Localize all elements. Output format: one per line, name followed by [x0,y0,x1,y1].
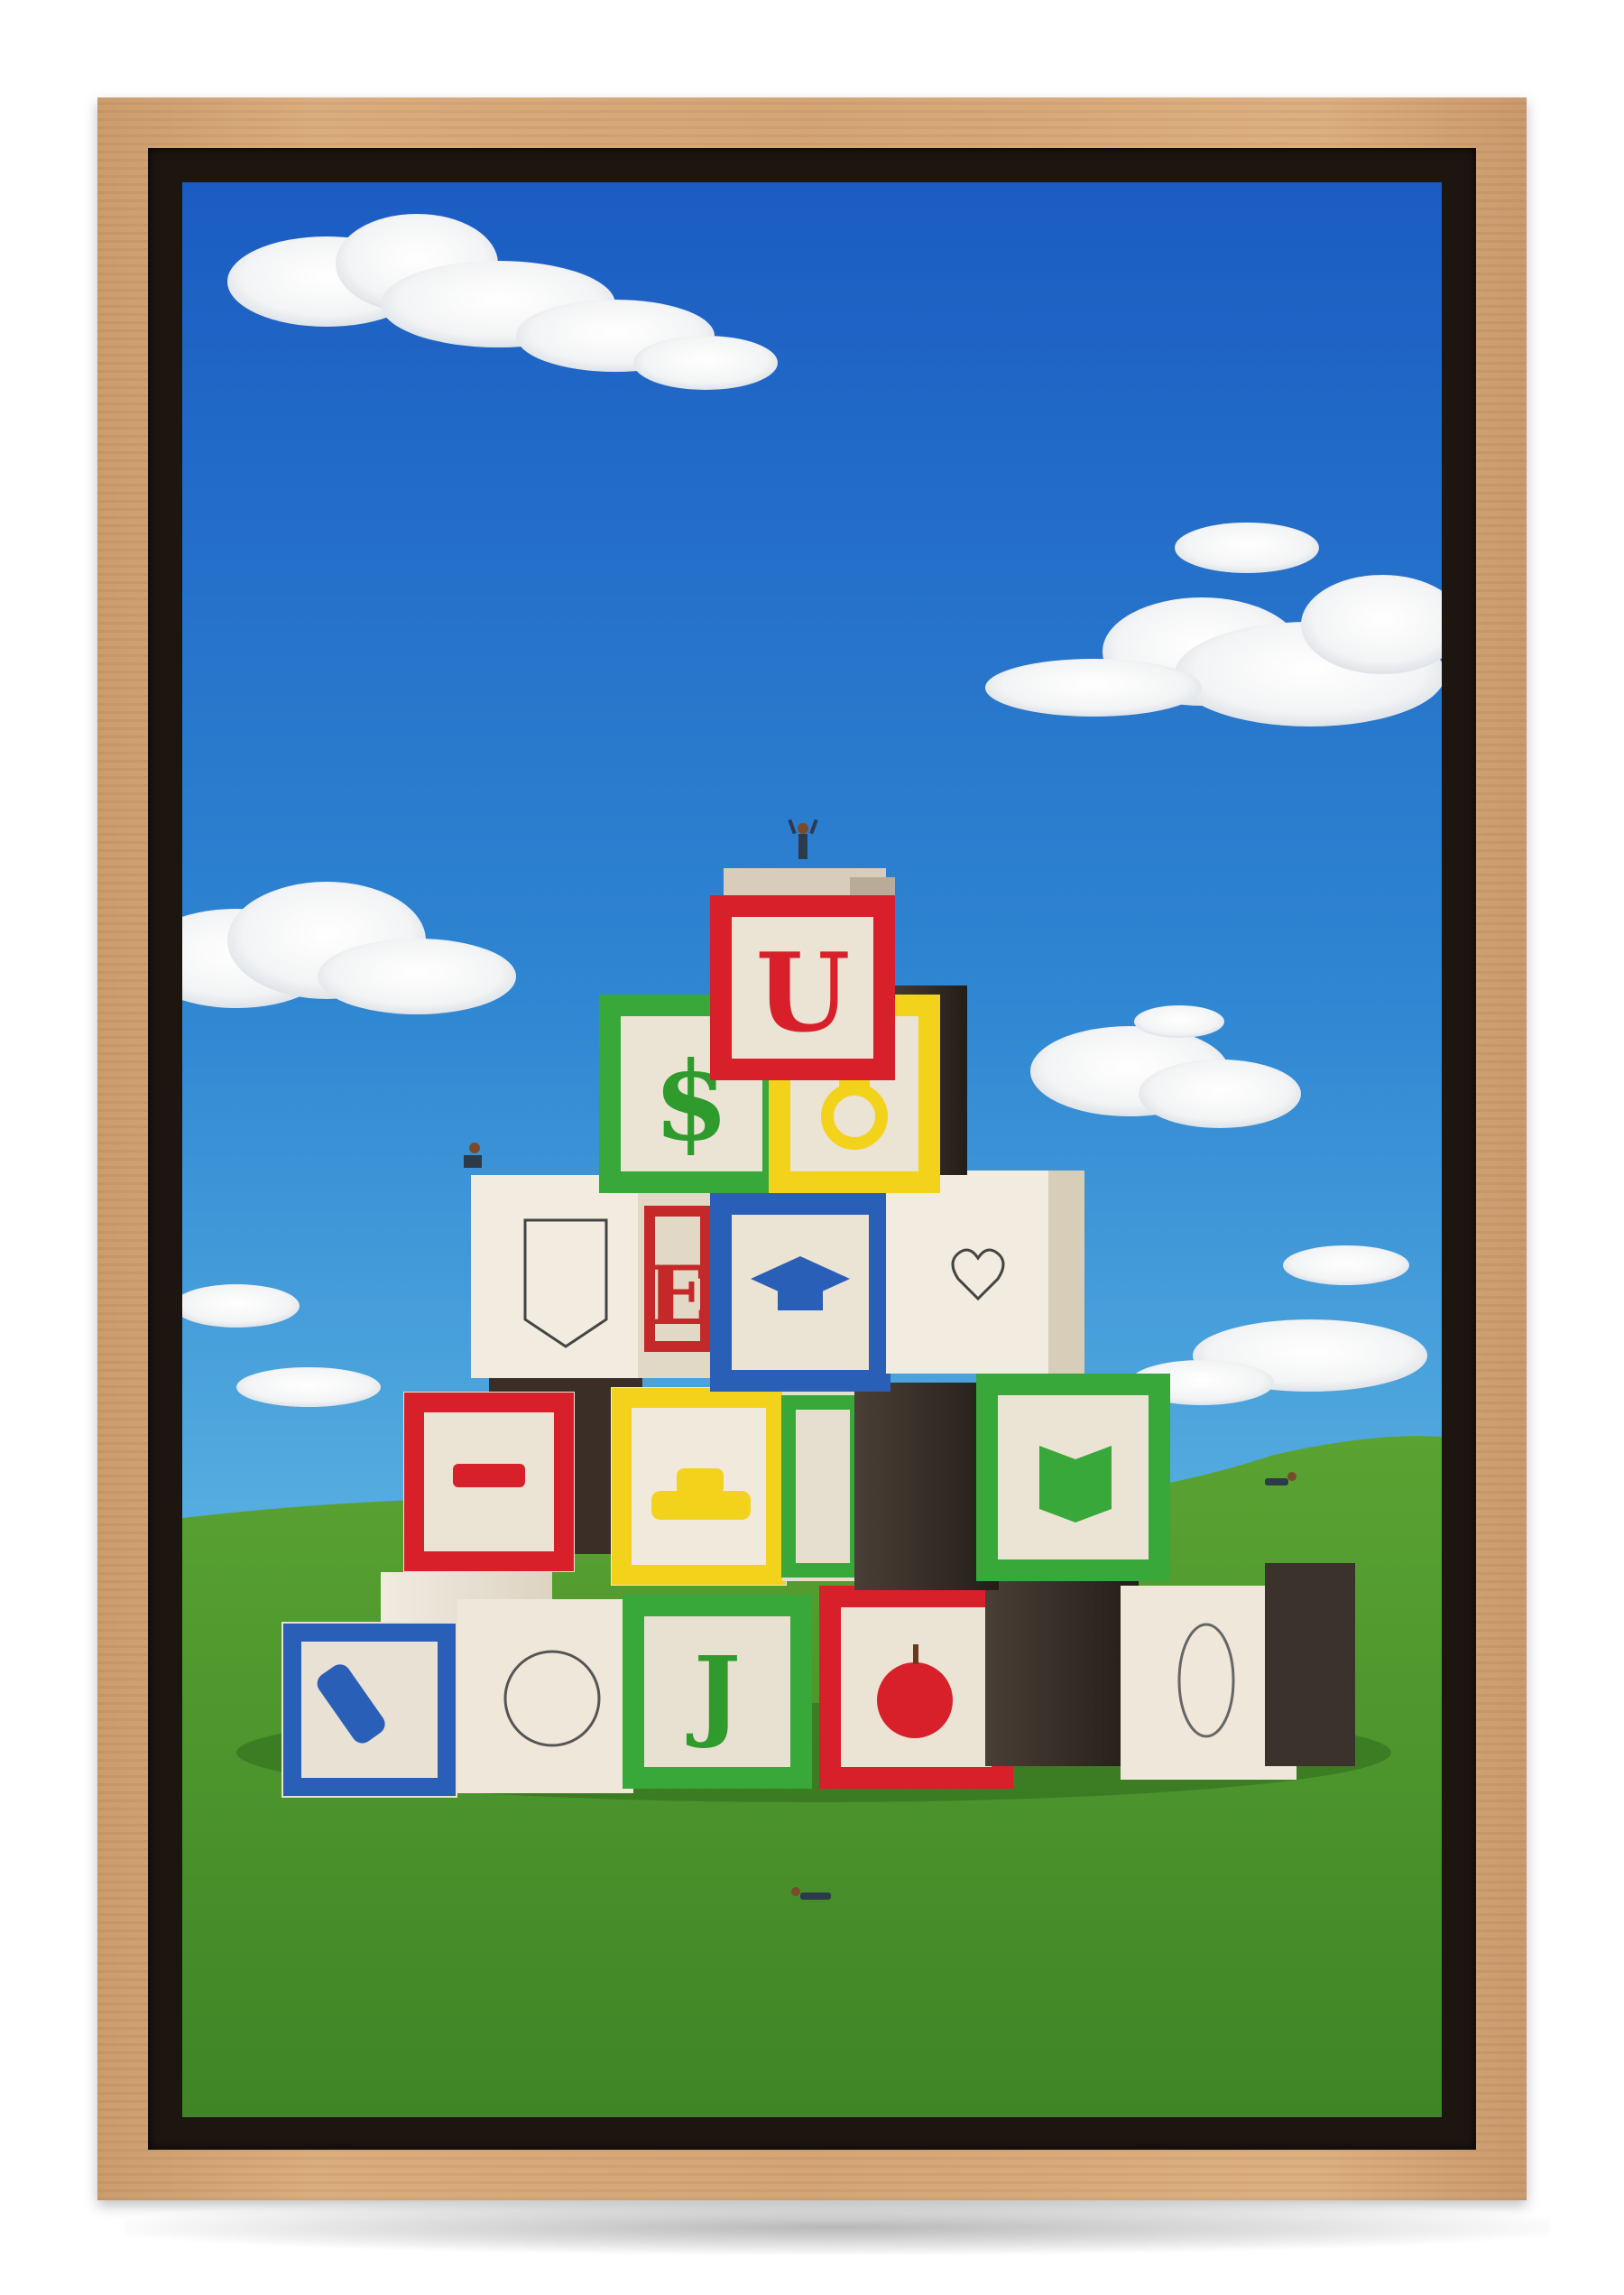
letter-j: J [686,1634,741,1751]
block-car [611,1387,787,1586]
wooden-frame: J E $ U [97,97,1527,2200]
block-graduation [710,1193,890,1392]
letter-u: U [756,930,851,1057]
block-baseball [457,1599,633,1793]
block-people [886,1171,1084,1374]
block-foot [1121,1563,1355,1780]
block-house: E [471,1175,719,1378]
block-apple [819,1586,1013,1789]
block-j: J [623,1595,812,1789]
block-book [976,1374,1170,1581]
letter-e: E [647,1248,709,1344]
block-dark-bottle [985,1577,1139,1766]
frame-shadow [125,2200,1550,2254]
painting: J E $ U [182,182,1442,2117]
block-u: U [710,868,895,1080]
block-i [403,1374,642,1572]
block-two [781,1383,999,1590]
